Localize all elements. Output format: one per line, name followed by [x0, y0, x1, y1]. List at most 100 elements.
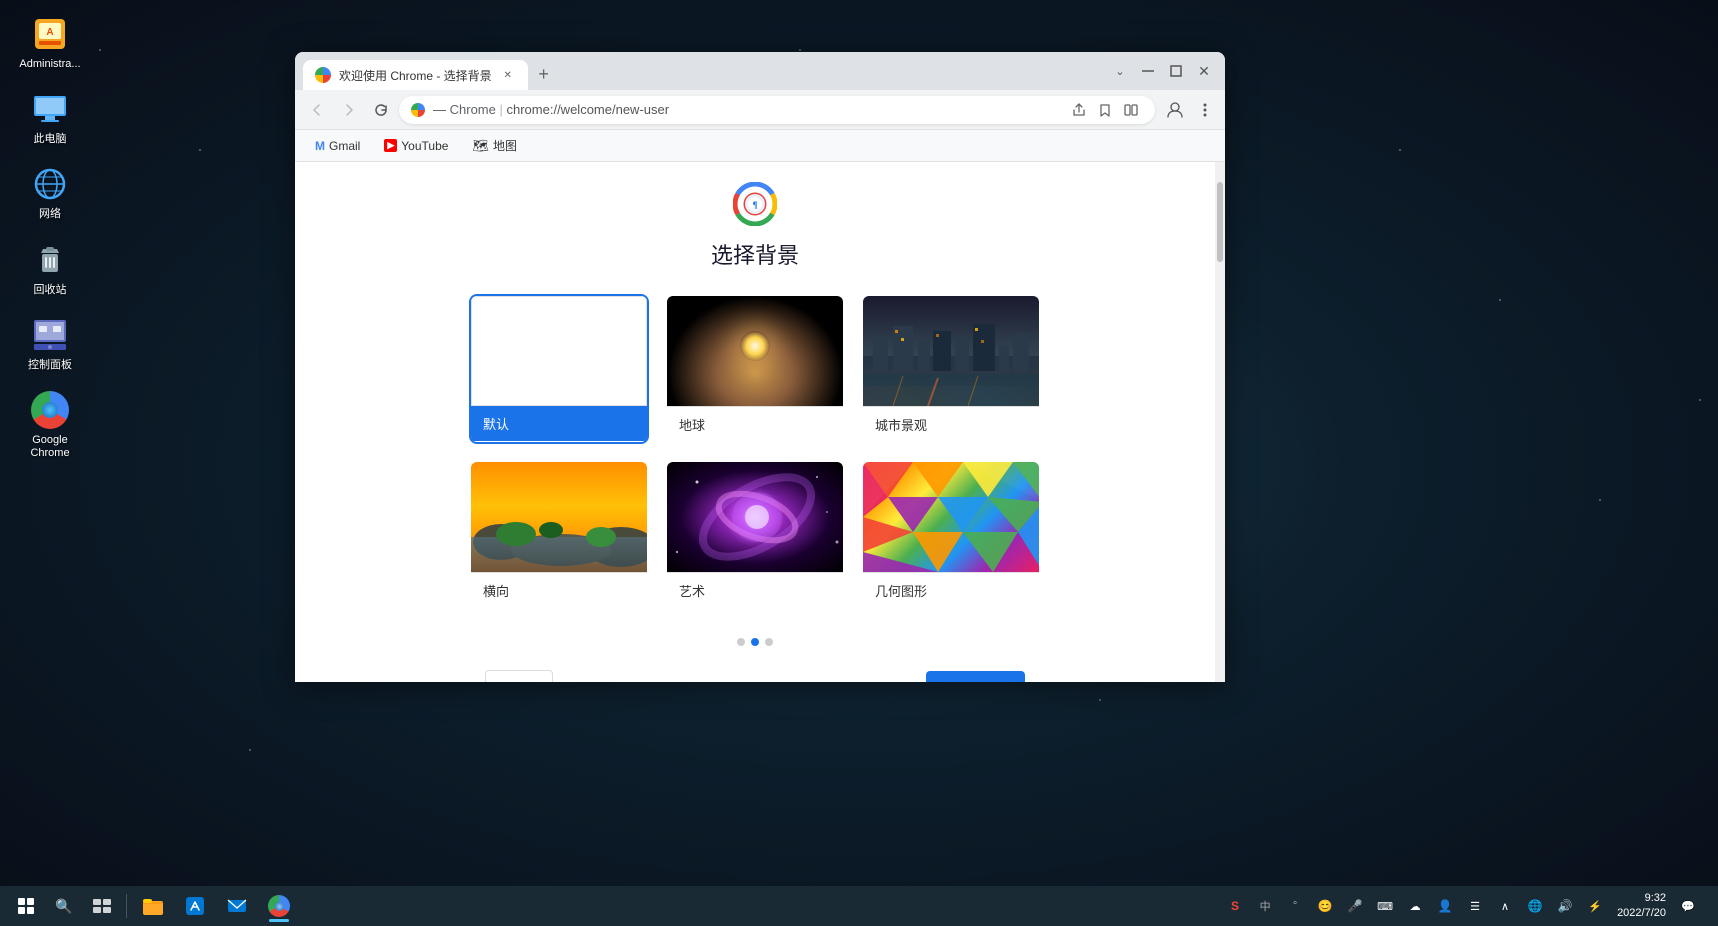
chrome-label: Google Chrome [19, 434, 81, 460]
address-favicon [411, 103, 425, 117]
active-tab[interactable]: 欢迎使用 Chrome - 选择背景 ✕ [303, 60, 528, 90]
tray-chevron[interactable]: ∧ [1491, 892, 1519, 920]
bg-city-label: 城市景观 [863, 406, 1039, 442]
control-label: 控制面板 [28, 359, 72, 372]
refresh-button[interactable] [367, 96, 395, 124]
bg-art-label: 艺术 [667, 572, 843, 608]
computer-label: 此电脑 [34, 133, 67, 146]
desktop-icon-chrome[interactable]: Google Chrome [15, 386, 85, 464]
taskbar-app-store[interactable] [175, 888, 215, 924]
bg-card-default[interactable]: 默认 [469, 294, 649, 444]
page-main: ¶ 选择背景 默认 地球 [295, 162, 1215, 682]
tab-title: 欢迎使用 Chrome - 选择背景 [339, 67, 492, 84]
tab-strip: 欢迎使用 Chrome - 选择背景 ✕ + [303, 60, 1107, 90]
address-actions [1067, 98, 1143, 122]
share-button[interactable] [1067, 98, 1091, 122]
bg-card-landscape[interactable]: 横向 [469, 460, 649, 610]
tray-input[interactable]: 中 [1251, 892, 1279, 920]
window-controls: ⌄ ✕ [1107, 58, 1217, 84]
svg-text:A: A [46, 27, 53, 38]
tray-battery[interactable]: ⚡ [1581, 892, 1609, 920]
desktop-icon-admin[interactable]: A Administra... [15, 10, 85, 75]
bookmark-button[interactable] [1093, 98, 1117, 122]
browser-window: 欢迎使用 Chrome - 选择背景 ✕ + ⌄ ✕ [295, 52, 1225, 682]
bg-card-earth[interactable]: 地球 [665, 294, 845, 444]
taskbar-app-file-explorer[interactable] [133, 888, 173, 924]
tray-sogou[interactable]: S [1221, 892, 1249, 920]
search-button[interactable]: 🔍 [46, 888, 82, 924]
bg-card-art[interactable]: 艺术 [665, 460, 845, 610]
bg-card-city[interactable]: 城市景观 [861, 294, 1041, 444]
tray-network[interactable]: 🌐 [1521, 892, 1549, 920]
page-content: ¶ 选择背景 默认 地球 [295, 162, 1225, 682]
system-tray: S 中 ° 😊 🎤 ⌨ ☁ 👤 ☰ ∧ 🌐 🔊 ⚡ 9:32 2022/7/20… [1221, 891, 1710, 922]
tray-emoji[interactable]: 😊 [1311, 892, 1339, 920]
tab-favicon [315, 67, 331, 83]
tray-voice[interactable]: 🎤 [1341, 892, 1369, 920]
chrome-logo-area: ¶ [733, 182, 777, 226]
tab-list-dropdown[interactable]: ⌄ [1107, 58, 1133, 84]
page-title: 选择背景 [711, 238, 799, 270]
pagination-dot-1[interactable] [737, 638, 745, 646]
maps-label: 地图 [493, 137, 517, 154]
skip-button[interactable]: 跳过 [485, 670, 553, 682]
youtube-label: YouTube [401, 139, 448, 153]
taskbar-app-chrome[interactable] [259, 888, 299, 924]
back-button[interactable] [303, 96, 331, 124]
forward-button[interactable] [335, 96, 363, 124]
profile-button[interactable] [1163, 98, 1187, 122]
taskbar-app-mail[interactable] [217, 888, 257, 924]
desktop: A Administra... 此电脑 [0, 0, 1718, 926]
tray-punctuation[interactable]: ° [1281, 892, 1309, 920]
bg-geometric-label: 几何图形 [863, 572, 1039, 608]
close-button[interactable]: ✕ [1191, 58, 1217, 84]
address-text: — Chrome | chrome://welcome/new-user [433, 102, 1059, 117]
taskbar-separator-1 [126, 894, 127, 918]
bookmark-youtube[interactable]: ▶ YouTube [376, 136, 456, 156]
next-button[interactable]: 下一步 [926, 671, 1025, 682]
start-button[interactable] [8, 888, 44, 924]
tray-volume[interactable]: 🔊 [1551, 892, 1579, 920]
reading-view-button[interactable] [1119, 98, 1143, 122]
tab-close-button[interactable]: ✕ [500, 67, 516, 83]
svg-text:¶: ¶ [753, 200, 758, 210]
desktop-icon-computer[interactable]: 此电脑 [15, 85, 85, 150]
desktop-icon-control[interactable]: 控制面板 [15, 311, 85, 376]
bg-earth-label: 地球 [667, 406, 843, 442]
bg-card-geometric[interactable]: 几何图形 [861, 460, 1041, 610]
tray-person[interactable]: 👤 [1431, 892, 1459, 920]
scrollbar[interactable] [1215, 162, 1225, 682]
tray-clock[interactable]: 9:32 2022/7/20 [1611, 891, 1672, 922]
network-label: 网络 [39, 208, 61, 221]
tray-menu[interactable]: ☰ [1461, 892, 1489, 920]
bookmark-gmail[interactable]: M Gmail [307, 136, 368, 156]
desktop-icons: A Administra... 此电脑 [10, 0, 90, 474]
desktop-icon-network[interactable]: 网络 [15, 160, 85, 225]
menu-button[interactable] [1193, 98, 1217, 122]
toolbar: — Chrome | chrome://welcome/new-user [295, 90, 1225, 130]
bg-landscape-label: 横向 [471, 572, 647, 608]
scrollbar-thumb[interactable] [1217, 182, 1223, 262]
desktop-icon-recycle[interactable]: 回收站 [15, 236, 85, 301]
recycle-label: 回收站 [34, 284, 67, 297]
maximize-button[interactable] [1163, 58, 1189, 84]
pagination [737, 638, 773, 646]
new-tab-button[interactable]: + [530, 60, 558, 88]
background-grid: 默认 地球 [469, 294, 1041, 610]
pagination-dot-2[interactable] [751, 638, 759, 646]
tray-keyboard[interactable]: ⌨ [1371, 892, 1399, 920]
tray-cloud[interactable]: ☁ [1401, 892, 1429, 920]
bookmark-maps[interactable]: 🗺 地图 [464, 134, 525, 157]
address-bar[interactable]: — Chrome | chrome://welcome/new-user [399, 96, 1155, 124]
pagination-dot-3[interactable] [765, 638, 773, 646]
admin-label: Administra... [19, 58, 80, 71]
bookmarks-bar: M Gmail ▶ YouTube 🗺 地图 [295, 130, 1225, 162]
taskbar: 🔍 [0, 886, 1718, 926]
tray-notification[interactable]: 💬 [1674, 892, 1702, 920]
minimize-button[interactable] [1135, 58, 1161, 84]
bg-default-label: 默认 [471, 406, 647, 441]
task-view-button[interactable] [84, 888, 120, 924]
gmail-label: Gmail [329, 139, 360, 153]
title-bar: 欢迎使用 Chrome - 选择背景 ✕ + ⌄ ✕ [295, 52, 1225, 90]
bottom-bar: 跳过 下一步 [485, 662, 1025, 682]
